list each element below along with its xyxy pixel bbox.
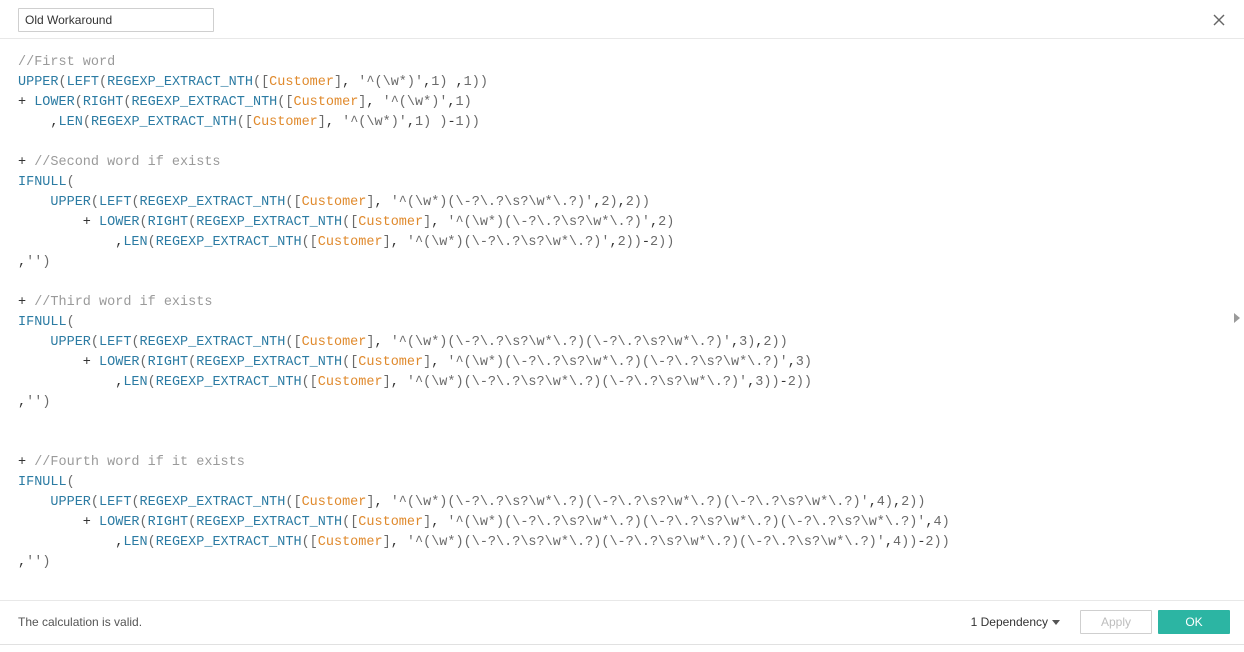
calculation-name-input[interactable] — [18, 8, 214, 32]
close-icon[interactable] — [1208, 9, 1230, 31]
dialog-header — [0, 0, 1244, 39]
formula-text[interactable]: //First word UPPER(LEFT(REGEXP_EXTRACT_N… — [18, 53, 1226, 573]
apply-button[interactable]: Apply — [1080, 610, 1152, 634]
dependency-label: 1 Dependency — [971, 615, 1048, 629]
validation-status: The calculation is valid. — [18, 615, 142, 629]
ok-button[interactable]: OK — [1158, 610, 1230, 634]
calculation-editor-dialog: //First word UPPER(LEFT(REGEXP_EXTRACT_N… — [0, 0, 1244, 645]
dependency-dropdown[interactable]: 1 Dependency — [971, 615, 1060, 629]
dialog-footer: The calculation is valid. 1 Dependency A… — [0, 600, 1244, 642]
expand-handle-icon[interactable] — [1231, 309, 1243, 331]
chevron-down-icon — [1052, 615, 1060, 629]
formula-editor[interactable]: //First word UPPER(LEFT(REGEXP_EXTRACT_N… — [0, 39, 1244, 600]
background-worksheet — [0, 645, 1244, 652]
